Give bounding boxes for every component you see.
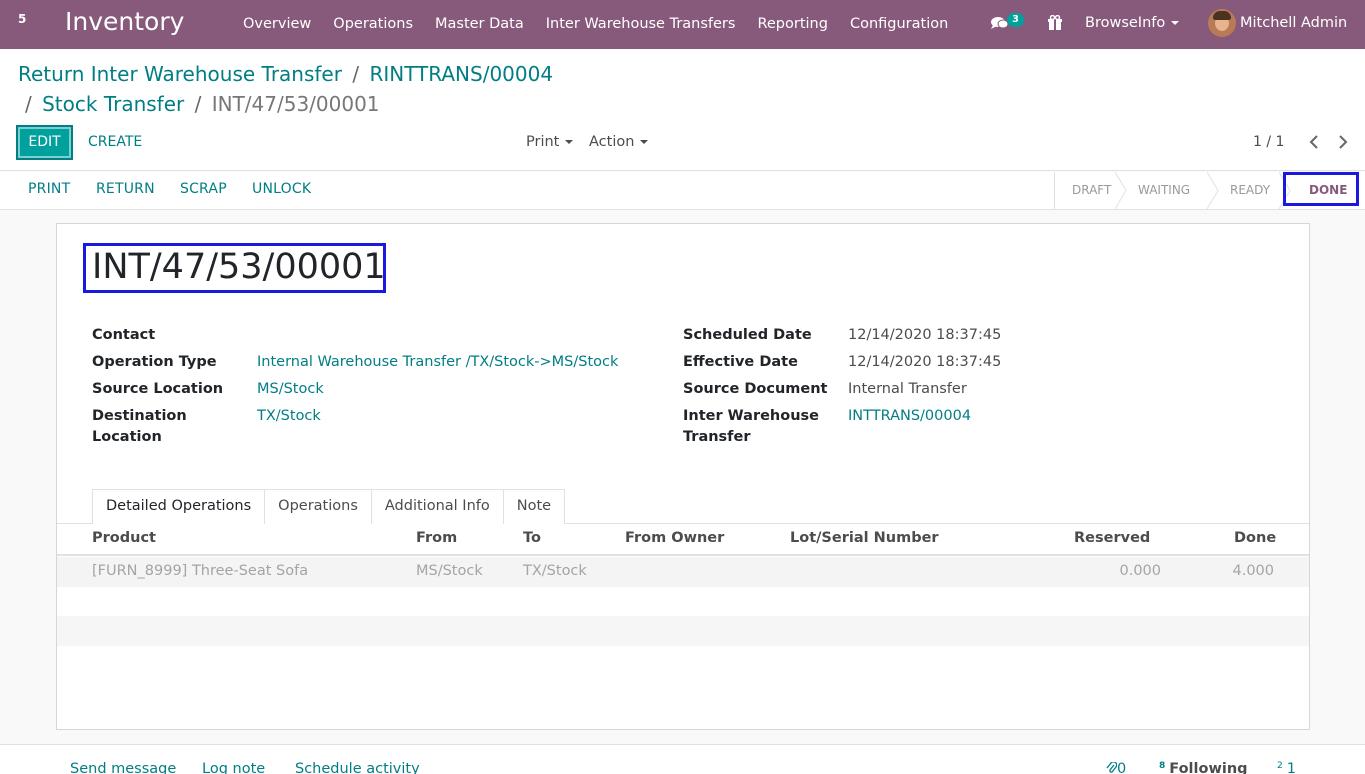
cell-product: [FURN_8999] Three-Seat Sofa	[92, 563, 309, 579]
followers-icon-count: 2	[1277, 761, 1283, 771]
print-button[interactable]: PRINT	[28, 181, 70, 197]
table-header: Product From To From Owner Lot/Serial Nu…	[57, 524, 1309, 556]
form-sheet: INT/47/53/00001 Contact Operation Type I…	[56, 223, 1310, 730]
breadcrumb: Return Inter Warehouse Transfer / RINTTR…	[18, 62, 553, 86]
company-switcher[interactable]: BrowseInfo	[1085, 15, 1180, 31]
notebook-tabs: Detailed Operations Operations Additiona…	[92, 489, 566, 524]
send-message-button[interactable]: Send message	[70, 761, 176, 774]
breadcrumb-stock-transfer[interactable]: Stock Transfer	[42, 92, 184, 116]
chat-count-badge: 3	[1007, 13, 1024, 27]
tab-additional-info[interactable]: Additional Info	[370, 489, 504, 524]
paperclip-icon	[1106, 761, 1118, 773]
action-dropdown-label: Action	[589, 134, 635, 150]
column-to[interactable]: To	[523, 530, 541, 546]
main-menu: Overview Operations Master Data Inter Wa…	[232, 0, 959, 49]
breadcrumb-line-2: / Stock Transfer / INT/47/53/00001	[25, 92, 380, 116]
edit-button[interactable]: EDIT	[16, 125, 73, 160]
attachments-count: 0	[1117, 761, 1127, 774]
unlock-button[interactable]: UNLOCK	[252, 181, 311, 197]
destination-location-value[interactable]: TX/Stock	[257, 406, 321, 427]
operation-type-value[interactable]: Internal Warehouse Transfer /TX/Stock->M…	[257, 352, 618, 373]
chat-icon	[991, 17, 1008, 29]
avatar[interactable]	[1208, 9, 1236, 37]
action-dropdown[interactable]: Action	[589, 134, 649, 150]
breadcrumb-separator: /	[352, 62, 360, 86]
chatter-topbar: Send message Log note Schedule activity …	[0, 744, 1365, 774]
menu-configuration[interactable]: Configuration	[839, 0, 959, 49]
column-from[interactable]: From	[416, 530, 457, 546]
breadcrumb-separator: /	[194, 92, 202, 116]
column-product[interactable]: Product	[92, 530, 156, 546]
effective-date-label: Effective Date	[683, 354, 798, 370]
breadcrumb-return-transfer[interactable]: Return Inter Warehouse Transfer	[18, 62, 342, 86]
messaging-menu[interactable]: 3	[991, 13, 1031, 35]
apps-menu-toggle[interactable]: 5	[18, 12, 26, 26]
followers-value: 1	[1286, 761, 1296, 774]
log-note-button[interactable]: Log note	[202, 761, 265, 774]
tab-note[interactable]: Note	[502, 489, 566, 524]
following-button[interactable]: 8 Following	[1159, 761, 1248, 774]
menu-master-data[interactable]: Master Data	[424, 0, 535, 49]
menu-overview[interactable]: Overview	[232, 0, 322, 49]
column-lot-serial[interactable]: Lot/Serial Number	[790, 530, 939, 546]
inter-warehouse-transfer-value[interactable]: INTTRANS/00004	[848, 406, 971, 427]
state-draft: DRAFT	[1055, 172, 1127, 209]
create-button[interactable]: CREATE	[88, 134, 142, 150]
attachments-button[interactable]: 0	[1106, 761, 1126, 774]
pager-value[interactable]: 1 / 1	[1253, 134, 1284, 150]
menu-operations[interactable]: Operations	[322, 0, 424, 49]
contact-label: Contact	[92, 327, 156, 343]
following-label: Following	[1169, 761, 1248, 774]
user-menu[interactable]: Mitchell Admin	[1240, 15, 1347, 31]
column-reserved[interactable]: Reserved	[1074, 530, 1150, 546]
print-dropdown-label: Print	[526, 134, 560, 150]
company-name: BrowseInfo	[1085, 15, 1166, 31]
menu-inter-warehouse-transfers[interactable]: Inter Warehouse Transfers	[535, 0, 747, 49]
scheduled-date-value: 12/14/2020 18:37:45	[848, 327, 1002, 343]
inter-warehouse-transfer-label: Inter Warehouse Transfer	[683, 408, 820, 445]
state-waiting: WAITING	[1121, 172, 1219, 209]
schedule-activity-button[interactable]: Schedule activity	[295, 761, 420, 774]
source-location-label: Source Location	[92, 381, 224, 397]
tab-operations[interactable]: Operations	[264, 489, 372, 524]
table-row[interactable]: [FURN_8999] Three-Seat Sofa MS/Stock TX/…	[57, 557, 1309, 587]
tab-detailed-operations[interactable]: Detailed Operations	[92, 489, 266, 524]
source-location-value[interactable]: MS/Stock	[257, 379, 324, 400]
followers-count: 8	[1159, 761, 1166, 771]
column-from-owner[interactable]: From Owner	[625, 530, 724, 546]
cell-to: TX/Stock	[523, 563, 587, 579]
print-dropdown[interactable]: Print	[526, 134, 574, 150]
record-name: INT/47/53/00001	[92, 247, 386, 287]
source-document-value: Internal Transfer	[848, 381, 967, 397]
breadcrumb-rinttrans[interactable]: RINTTRANS/00004	[369, 62, 553, 86]
scrap-button[interactable]: SCRAP	[180, 181, 227, 197]
followers-button[interactable]: 21	[1277, 761, 1296, 774]
column-done[interactable]: Done	[1234, 530, 1276, 546]
effective-date-value: 12/14/2020 18:37:45	[848, 354, 1002, 370]
cell-done: 4.000	[1232, 563, 1274, 579]
gift-icon[interactable]	[1047, 15, 1063, 31]
chevron-right-icon[interactable]	[1338, 135, 1348, 149]
app-brand[interactable]: Inventory	[65, 7, 184, 36]
operation-type-label: Operation Type	[92, 354, 217, 370]
return-button[interactable]: RETURN	[96, 181, 155, 197]
top-navbar: 5 Inventory Overview Operations Master D…	[0, 0, 1365, 49]
scheduled-date-label: Scheduled Date	[683, 327, 812, 343]
source-document-label: Source Document	[683, 381, 828, 397]
cell-reserved: 0.000	[1119, 563, 1161, 579]
cell-from: MS/Stock	[416, 563, 483, 579]
chevron-down-icon	[1171, 21, 1180, 25]
menu-reporting[interactable]: Reporting	[746, 0, 839, 49]
chevron-down-icon	[565, 140, 574, 144]
state-done-highlight	[1283, 172, 1359, 206]
control-panel: Return Inter Warehouse Transfer / RINTTR…	[0, 50, 1365, 171]
state-ready: READY	[1213, 172, 1291, 209]
chevron-left-icon[interactable]	[1309, 135, 1319, 149]
form-statusbar: PRINT RETURN SCRAP UNLOCK DRAFT WAITING …	[0, 172, 1365, 210]
breadcrumb-current: INT/47/53/00001	[211, 92, 380, 116]
chevron-down-icon	[640, 140, 649, 144]
table-empty-row	[57, 616, 1309, 646]
destination-location-label: Destination Location	[92, 408, 187, 445]
breadcrumb-separator: /	[25, 92, 32, 116]
